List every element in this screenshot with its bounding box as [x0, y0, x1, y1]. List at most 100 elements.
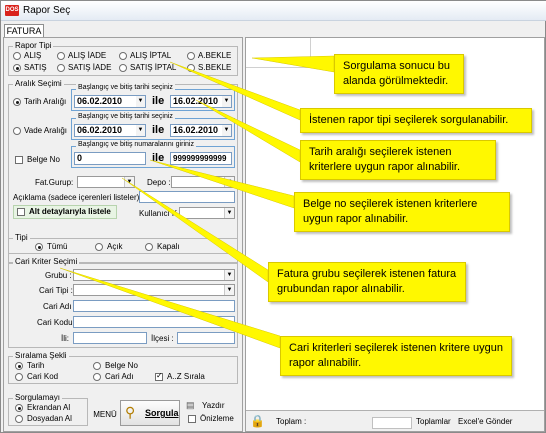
- radio-belge-no-label: Belge No: [105, 361, 138, 370]
- radio-satis[interactable]: [13, 64, 21, 72]
- window-title: Rapor Seç: [23, 5, 71, 16]
- radio-ekrandan-al-label: Ekrandan Al: [27, 403, 71, 412]
- cari-tipi-label: Cari Tipi :: [39, 286, 73, 295]
- radio-satis-iade-label: SATIŞ İADE: [68, 63, 112, 72]
- menu-button[interactable]: MENÜ: [90, 404, 120, 426]
- radio-acik[interactable]: [95, 243, 103, 251]
- title-bar: DOS Rapor Seç: [1, 1, 546, 21]
- vade-range-hint: Başlangıç ve bitiş tarihi seçiniz: [76, 113, 175, 120]
- belge-range-box: Başlangıç ve bitiş numaralarını giriniz …: [71, 141, 235, 168]
- il-label: İli:: [61, 334, 69, 343]
- vade-end-input[interactable]: 16.02.2010 ▼: [170, 124, 232, 137]
- belge-no-checkbox[interactable]: [15, 156, 23, 164]
- radio-acik-label: Açık: [107, 242, 123, 251]
- tipi-label: Tipi: [13, 233, 30, 242]
- alt-detay-label: Alt detaylarıyla listele: [29, 207, 111, 216]
- chevron-down-icon[interactable]: ▼: [224, 177, 234, 187]
- chevron-down-icon[interactable]: ▼: [136, 96, 145, 107]
- radio-a-bekle[interactable]: [187, 52, 195, 60]
- toplamlar-button[interactable]: Toplamlar: [416, 417, 451, 426]
- radio-s-bekle[interactable]: [187, 64, 195, 72]
- radio-tarih-araligi[interactable]: [13, 98, 21, 106]
- radio-alis-iptal[interactable]: [119, 52, 127, 60]
- alt-detay-checkbox[interactable]: [17, 208, 25, 216]
- tab-fatura[interactable]: FATURA: [4, 24, 44, 38]
- radio-a-bekle-label: A.BEKLE: [198, 51, 232, 60]
- tarih-range-hint: Başlangıç ve bitiş tarihi seçiniz: [76, 84, 175, 91]
- belge-no-label: Belge No: [27, 155, 60, 164]
- radio-alis-label: ALIŞ: [24, 51, 42, 60]
- cari-kodu-label: Cari Kodu: [37, 318, 73, 327]
- radio-belge-no[interactable]: [93, 362, 101, 370]
- cari-tipi-select[interactable]: ▼: [73, 284, 235, 296]
- kullanici-label: Kullanıcı K.:: [139, 209, 182, 218]
- radio-alis[interactable]: [13, 52, 21, 60]
- sorgula-button[interactable]: ⚲ Sorgula: [120, 400, 180, 426]
- depo-select[interactable]: ▼: [171, 176, 235, 188]
- radio-dosyadan-al[interactable]: [15, 415, 23, 423]
- onizleme-label: Önizleme: [200, 414, 234, 423]
- chevron-down-icon[interactable]: ▼: [124, 177, 134, 187]
- callout-cari-kriter: Cari kriterleri seçilerek istenen kriter…: [280, 336, 512, 376]
- radio-cari-kod[interactable]: [15, 373, 23, 381]
- excel-button[interactable]: Excel'e Gönder: [458, 417, 512, 426]
- results-footer: 🔒 Toplam : Toplamlar Excel'e Gönder: [246, 410, 544, 431]
- radio-vade-araligi[interactable]: [13, 127, 21, 135]
- magnifier-icon: ⚲: [125, 404, 136, 420]
- ilcesi-input[interactable]: [177, 332, 235, 344]
- belge-range-hint: Başlangıç ve bitiş numaralarını giriniz: [76, 141, 196, 148]
- chevron-down-icon[interactable]: ▼: [222, 96, 231, 107]
- belge-start-input[interactable]: 0: [74, 152, 146, 165]
- cari-adi-label: Cari Adı: [43, 302, 72, 311]
- cari-adi-input[interactable]: [73, 300, 235, 312]
- callout-tarih-araligi: Tarih aralığı seçilerek istenen kriterle…: [300, 140, 496, 180]
- yazdir-label: Yazdır: [202, 401, 225, 410]
- printer-icon: ▤: [186, 400, 195, 410]
- aciklama-label: Açıklama (sadece içerenleri listeler) :: [13, 193, 144, 202]
- radio-tumu[interactable]: [35, 243, 43, 251]
- chevron-down-icon[interactable]: ▼: [224, 208, 234, 218]
- yazdir-button[interactable]: ▤ Yazdır: [184, 400, 238, 413]
- tarih-end-input[interactable]: 16.02.2010 ▼: [170, 95, 232, 108]
- radio-satis-iade[interactable]: [57, 64, 65, 72]
- criteria-panel: Rapor Tipi ALIŞ ALIŞ İADE ALIŞ İPTAL A.B…: [3, 37, 243, 432]
- il-input[interactable]: [73, 332, 147, 344]
- aciklama-input[interactable]: [139, 191, 235, 203]
- vade-start-value: 06.02.2010: [77, 125, 123, 135]
- radio-tarih[interactable]: [15, 362, 23, 370]
- tarih-araligi-label: Tarih Aralığı: [24, 97, 67, 106]
- toplam-label: Toplam :: [276, 417, 307, 426]
- vade-start-input[interactable]: 06.02.2010 ▼: [74, 124, 146, 137]
- siralama-label: Sıralama Şekli: [13, 351, 69, 360]
- radio-satis-label: SATIŞ: [24, 63, 47, 72]
- lock-icon: 🔒: [250, 414, 265, 428]
- onizleme-checkbox[interactable]: [188, 415, 196, 423]
- cari-grubu-select[interactable]: ▼: [73, 269, 235, 281]
- az-sirala-checkbox[interactable]: [155, 371, 163, 381]
- aralik-group: Aralık Seçimi Tarih Aralığı Başlangıç ve…: [8, 79, 238, 264]
- aralik-label: Aralık Seçimi: [13, 79, 64, 88]
- app-icon: DOS: [5, 5, 19, 16]
- radio-alis-iade[interactable]: [57, 52, 65, 60]
- radio-ekrandan-al[interactable]: [15, 404, 23, 412]
- tab-row: FATURA: [1, 22, 546, 38]
- cari-kodu-input[interactable]: [73, 316, 235, 328]
- chevron-down-icon[interactable]: ▼: [224, 270, 234, 280]
- sorgula-label: Sorgula: [145, 408, 179, 418]
- radio-satis-iptal[interactable]: [119, 64, 127, 72]
- depo-label: Depo :: [147, 178, 171, 187]
- cari-label: Cari Kriter Seçimi: [13, 257, 80, 266]
- radio-kapali[interactable]: [145, 243, 153, 251]
- belge-ile-label: ile: [152, 152, 165, 164]
- chevron-down-icon[interactable]: ▼: [224, 285, 234, 295]
- belge-end-input[interactable]: 999999999999: [170, 152, 232, 165]
- radio-cari-adi[interactable]: [93, 373, 101, 381]
- chevron-down-icon[interactable]: ▼: [222, 125, 231, 136]
- fat-grubu-select[interactable]: ▼: [77, 176, 135, 188]
- radio-alis-iade-label: ALIŞ İADE: [68, 51, 107, 60]
- kullanici-select[interactable]: ▼: [179, 207, 235, 219]
- callout-rapor-tipi: İstenen rapor tipi seçilerek sorgulanabi…: [300, 108, 532, 133]
- vade-range-box: Başlangıç ve bitiş tarihi seçiniz 06.02.…: [71, 113, 235, 140]
- tarih-start-input[interactable]: 06.02.2010 ▼: [74, 95, 146, 108]
- chevron-down-icon[interactable]: ▼: [136, 125, 145, 136]
